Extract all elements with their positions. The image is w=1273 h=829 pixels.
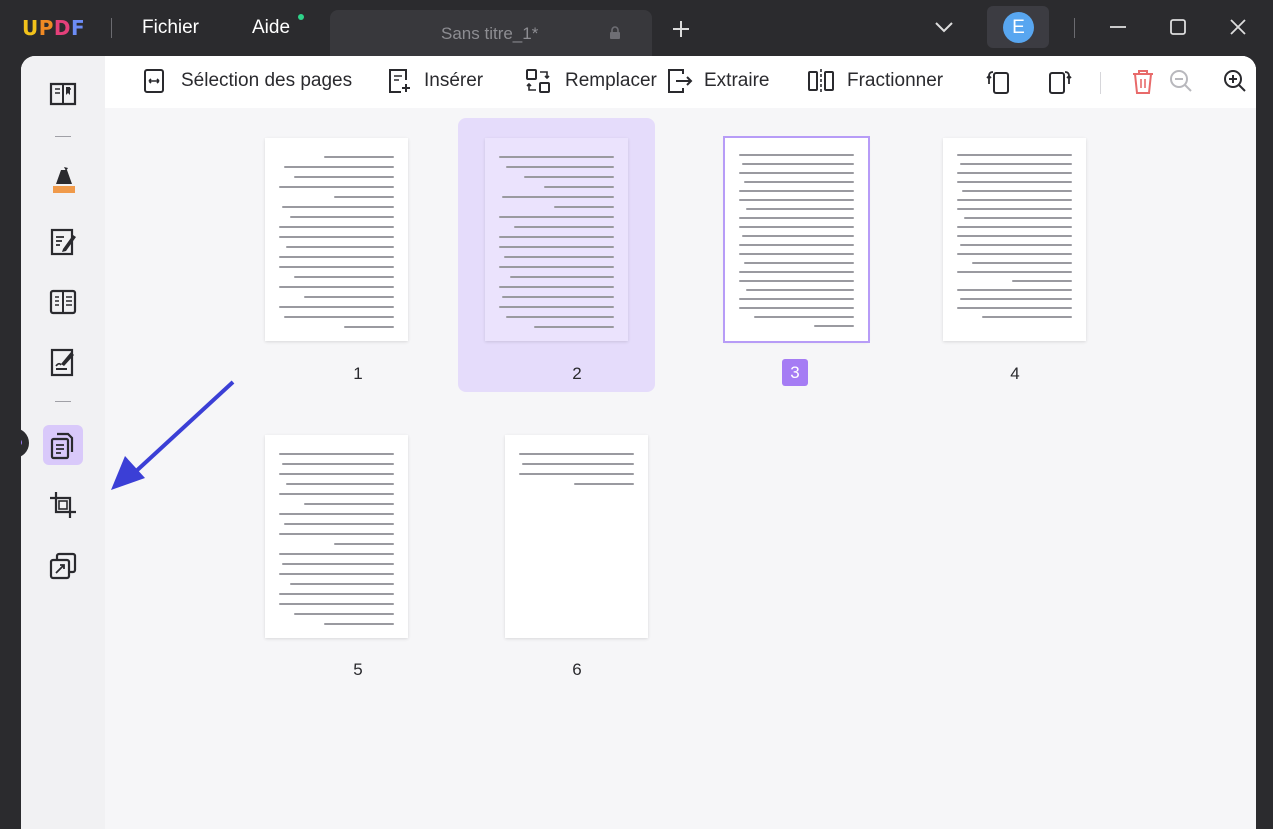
page-number: 6 (572, 660, 582, 679)
minimize-icon (1110, 26, 1126, 28)
delete-button[interactable] (1130, 68, 1156, 101)
form-icon (49, 289, 77, 315)
split-icon (808, 69, 834, 93)
page-number-selected: 3 (782, 359, 808, 386)
zoom-in-icon (1224, 70, 1246, 92)
updf-logo[interactable]: UPDF (22, 16, 85, 40)
maximize-icon (1170, 19, 1186, 35)
document-tab[interactable]: Sans titre_1* (330, 10, 652, 56)
page-organizer: Sélection des pages Insérer Remplacer Ex… (105, 56, 1256, 829)
extract-button[interactable]: Extraire (667, 68, 777, 96)
close-icon (1230, 19, 1246, 35)
page-thumbnail-6[interactable] (505, 435, 648, 638)
title-bar: UPDF Fichier Aide Sans titre_1* E (0, 0, 1273, 56)
insert-label: Insérer (424, 70, 484, 91)
delete-icon (1133, 70, 1153, 94)
menu-help[interactable]: Aide (252, 17, 290, 39)
plus-icon (673, 21, 689, 37)
zoom-out-icon (1170, 70, 1192, 92)
main-panel: Sélection des pages Insérer Remplacer Ex… (21, 56, 1256, 829)
page-toolbar: Sélection des pages Insérer Remplacer Ex… (105, 56, 1256, 108)
extract-icon (668, 69, 693, 93)
convert-icon (49, 552, 77, 580)
divider (1074, 18, 1075, 38)
sidebar-notch (21, 428, 29, 458)
annotation-arrow (111, 374, 241, 509)
select-pages-label: Sélection des pages (181, 70, 353, 91)
page-thumbnail-2[interactable] (485, 138, 628, 341)
page-number: 5 (353, 660, 363, 679)
minimize-button[interactable] (1108, 19, 1128, 40)
replace-button[interactable]: Remplacer (525, 68, 657, 96)
select-pages-button[interactable]: Sélection des pages (143, 68, 353, 96)
page-thumbnail-5[interactable] (265, 435, 408, 638)
sidebar-convert[interactable] (43, 546, 83, 586)
rotate-left-icon (986, 71, 1009, 94)
zoom-in-button[interactable] (1222, 68, 1248, 99)
new-tab-button[interactable] (670, 18, 692, 45)
page-number: 4 (1010, 364, 1020, 383)
avatar: E (1003, 12, 1034, 43)
page-number: 1 (353, 364, 363, 383)
notification-dot (298, 14, 304, 20)
split-label: Fractionner (847, 70, 944, 91)
sidebar-crop[interactable] (43, 485, 83, 525)
insert-icon (389, 69, 410, 93)
sidebar-reader[interactable] (43, 73, 83, 113)
sidebar-edit[interactable] (43, 221, 83, 261)
sidebar-sign[interactable] (43, 342, 83, 382)
rotate-left-button[interactable] (985, 68, 1013, 101)
divider (111, 18, 112, 38)
sign-icon (50, 348, 74, 377)
replace-icon (526, 69, 550, 93)
page-thumbnail-4[interactable] (943, 138, 1086, 341)
tabs-dropdown-button[interactable] (934, 20, 954, 39)
rotate-right-icon (1049, 71, 1072, 94)
crop-icon (50, 492, 76, 518)
chevron-down-icon (935, 22, 953, 33)
reader-icon (49, 82, 77, 106)
insert-button[interactable]: Insérer (387, 68, 487, 96)
menu-file[interactable]: Fichier (142, 17, 199, 39)
comment-icon (53, 167, 75, 193)
tab-title: Sans titre_1* (441, 24, 539, 43)
page-thumbnail-1[interactable] (265, 138, 408, 341)
account-button[interactable]: E (987, 6, 1049, 48)
page-thumbnail-3[interactable] (723, 136, 870, 343)
left-sidebar (21, 56, 105, 829)
extract-label: Extraire (704, 70, 770, 91)
maximize-button[interactable] (1169, 18, 1187, 41)
sidebar-organize-pages[interactable] (43, 425, 83, 465)
organize-pages-icon (50, 432, 74, 460)
sidebar-divider (55, 136, 71, 137)
sidebar-divider (55, 401, 71, 402)
zoom-out-button[interactable] (1168, 68, 1194, 99)
select-pages-icon (144, 69, 164, 93)
edit-icon (50, 228, 76, 256)
toolbar-divider (1100, 72, 1101, 94)
close-button[interactable] (1229, 18, 1247, 41)
replace-label: Remplacer (565, 70, 657, 91)
split-button[interactable]: Fractionner (807, 68, 967, 96)
sidebar-comment[interactable] (43, 160, 83, 200)
page-number: 2 (572, 364, 582, 383)
rotate-right-button[interactable] (1045, 68, 1073, 101)
sidebar-form[interactable] (43, 281, 83, 321)
lock-icon (609, 26, 621, 45)
